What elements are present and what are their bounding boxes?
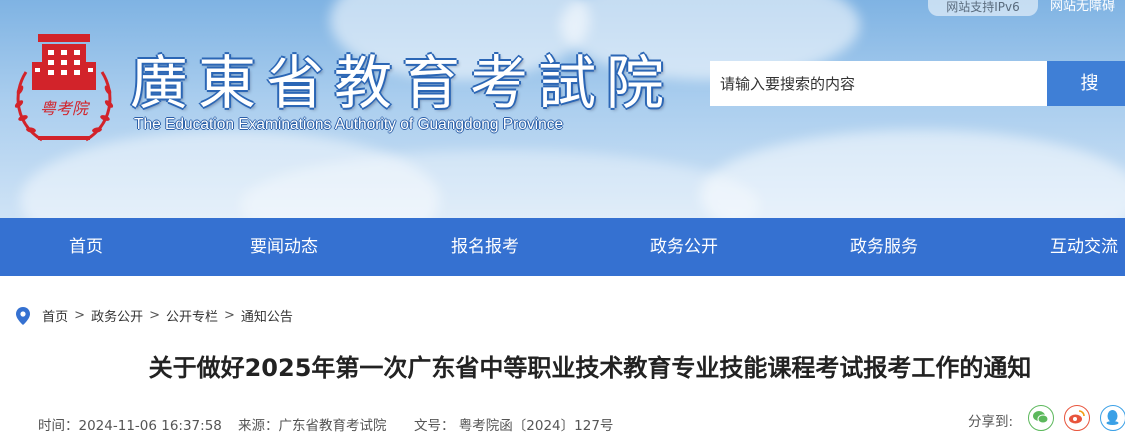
nav-item-home[interactable]: 首页 (69, 218, 103, 276)
emblem-logo: 粤考院 (14, 34, 114, 142)
nav-item-interaction[interactable]: 互动交流 (1050, 218, 1118, 276)
nav-item-services[interactable]: 政务服务 (850, 218, 918, 276)
article-time: 时间：2024-11-06 16:37:58 (38, 418, 222, 434)
share-label: 分享到: (968, 414, 1014, 430)
search-input[interactable] (710, 61, 1047, 106)
breadcrumb: 首页 > 政务公开 > 公开专栏 > 通知公告 (16, 306, 293, 326)
article-source: 来源：广东省教育考试院 (238, 418, 387, 434)
emblem-text: 粤考院 (40, 99, 91, 118)
nav-item-registration[interactable]: 报名报考 (451, 218, 519, 276)
article-title: 关于做好2025年第一次广东省中等职业技术教育专业技能课程考试报考工作的通知 (148, 354, 1032, 382)
breadcrumb-home[interactable]: 首页 (42, 310, 68, 325)
weibo-icon[interactable] (1064, 405, 1090, 431)
breadcrumb-public-column[interactable]: 公开专栏 (166, 310, 218, 325)
site-title: 廣東省教育考試院 (130, 49, 675, 117)
nav-item-public-affairs[interactable]: 政务公开 (650, 218, 718, 276)
site-subtitle: The Education Examinations Authority of … (134, 116, 564, 133)
cloud-decoration (700, 130, 1125, 218)
breadcrumb-notices[interactable]: 通知公告 (241, 310, 293, 325)
breadcrumb-separator: > (224, 308, 235, 323)
ipv6-badge: 网站支持IPv6 (928, 0, 1038, 16)
breadcrumb-public-affairs[interactable]: 政务公开 (91, 310, 143, 325)
accessibility-link[interactable]: 网站无障碍 (1050, 0, 1115, 20)
breadcrumb-separator: > (149, 308, 160, 323)
nav-item-news[interactable]: 要闻动态 (250, 218, 318, 276)
qq-icon[interactable] (1100, 405, 1125, 431)
breadcrumb-separator: > (74, 308, 86, 323)
article-doc-number: 文号： 粤考院函〔2024〕127号 (414, 418, 614, 434)
location-pin-icon (16, 306, 30, 325)
search-button[interactable]: 搜 (1047, 61, 1125, 106)
main-nav: 首页 要闻动态 报名报考 政务公开 政务服务 互动交流 (0, 218, 1125, 276)
header-banner: 网站支持IPv6 网站无障碍 粤考院 廣東省教育考試院 The Educatio… (0, 0, 1125, 218)
wechat-icon[interactable] (1028, 405, 1054, 431)
